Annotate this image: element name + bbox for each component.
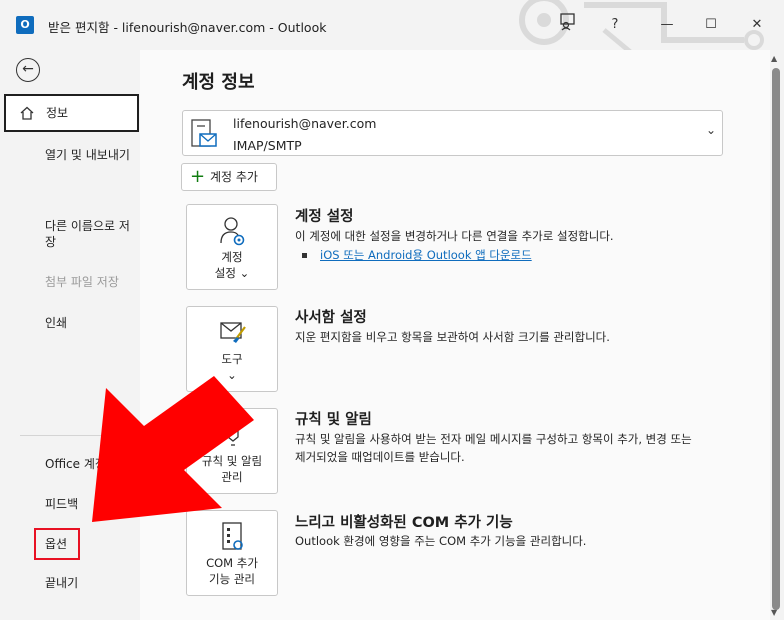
account-email: lifenourish@naver.com bbox=[233, 116, 377, 131]
scrollbar-thumb[interactable] bbox=[772, 68, 780, 610]
window-title: 받은 편지함 - lifenourish@naver.com - Outlook bbox=[48, 20, 327, 35]
back-arrow-icon[interactable]: ← bbox=[16, 58, 40, 82]
scroll-up-icon[interactable]: ▲ bbox=[771, 54, 777, 63]
card-label: COM 추가 기능 관리 bbox=[206, 556, 258, 586]
help-icon[interactable]: ? bbox=[602, 13, 628, 37]
page-title: 계정 정보 bbox=[182, 72, 255, 93]
sidebar-item-info[interactable]: 정보 bbox=[4, 94, 139, 132]
mailbox-cleanup-icon bbox=[220, 322, 246, 343]
sidebar-item-print[interactable]: 인쇄 bbox=[0, 315, 140, 331]
section-title-account-settings: 계정 설정 bbox=[295, 209, 354, 225]
account-type: IMAP/SMTP bbox=[233, 138, 302, 153]
minimize-icon[interactable]: — bbox=[654, 13, 680, 37]
section-desc-com-addins: Outlook 환경에 영향을 주는 COM 추가 기능을 관리합니다. bbox=[295, 534, 587, 548]
options-highlight-box bbox=[34, 528, 80, 560]
card-label: 도구 ⌄ bbox=[221, 352, 243, 382]
bullet-icon bbox=[302, 253, 307, 258]
section-desc-rules-alerts: 규칙 및 알림을 사용하여 받는 전자 메일 메시지를 구성하고 항목이 추가,… bbox=[295, 432, 692, 464]
coauthor-icon[interactable] bbox=[555, 13, 581, 37]
scroll-down-icon[interactable]: ▼ bbox=[771, 608, 777, 617]
manage-rules-alerts-button[interactable]: 규칙 및 알림 관리 bbox=[186, 408, 278, 494]
card-label: 규칙 및 알림 관리 bbox=[201, 454, 263, 484]
mailbox-tools-button[interactable]: 도구 ⌄ bbox=[186, 306, 278, 392]
title-bar: O 받은 편지함 - lifenourish@naver.com - Outlo… bbox=[0, 0, 784, 57]
chevron-down-icon[interactable]: ⌄ bbox=[706, 123, 716, 137]
rules-alerts-icon bbox=[227, 422, 239, 446]
section-title-mailbox-settings: 사서함 설정 bbox=[295, 310, 367, 326]
user-settings-icon bbox=[220, 217, 245, 246]
outlook-logo-icon: O bbox=[16, 16, 34, 34]
card-label: 계정 설정 ⌄ bbox=[214, 250, 250, 280]
mobile-app-download-link[interactable]: iOS 또는 Android용 Outlook 앱 다운로드 bbox=[320, 247, 532, 263]
com-addin-icon bbox=[222, 522, 243, 550]
sidebar-item-exit[interactable]: 끝내기 bbox=[0, 575, 140, 591]
account-info-panel: 계정 정보 lifenourish@naver.com IMAP/SMTP ⌄ … bbox=[140, 50, 770, 620]
account-selector[interactable]: lifenourish@naver.com IMAP/SMTP ⌄ bbox=[182, 110, 723, 156]
sidebar-item-feedback[interactable]: 피드백 bbox=[0, 496, 140, 512]
plus-icon: + bbox=[190, 166, 206, 187]
sidebar-item-open-export[interactable]: 열기 및 내보내기 bbox=[0, 147, 140, 163]
maximize-icon[interactable]: ☐ bbox=[698, 13, 724, 37]
sidebar-item-save-attachments: 첨부 파일 저장 bbox=[45, 275, 119, 289]
sidebar-divider bbox=[20, 435, 140, 436]
account-settings-button[interactable]: 계정 설정 ⌄ bbox=[186, 204, 278, 290]
manage-com-addins-button[interactable]: COM 추가 기능 관리 bbox=[186, 510, 278, 596]
section-desc-account-settings: 이 계정에 대한 설정을 변경하거나 다른 연결을 추가로 설정합니다. bbox=[295, 229, 614, 243]
close-icon[interactable]: ✕ bbox=[744, 13, 770, 37]
sidebar-item-office-account[interactable]: Office 계정 bbox=[0, 456, 140, 472]
sidebar-item-save-as[interactable]: 다른 이름으로 저장 bbox=[0, 218, 140, 250]
home-icon bbox=[20, 106, 34, 120]
add-account-button[interactable]: + 계정 추가 bbox=[181, 163, 277, 191]
sidebar-item-label: 정보 bbox=[46, 106, 69, 120]
add-account-label: 계정 추가 bbox=[210, 170, 258, 184]
mailbox-icon bbox=[191, 119, 217, 147]
section-title-com-addins: 느리고 비활성화된 COM 추가 기능 bbox=[295, 515, 513, 531]
section-title-rules-alerts: 규칙 및 알림 bbox=[295, 412, 372, 428]
section-desc-mailbox-settings: 지운 편지함을 비우고 항목을 보관하여 사서함 크기를 관리합니다. bbox=[295, 330, 610, 344]
